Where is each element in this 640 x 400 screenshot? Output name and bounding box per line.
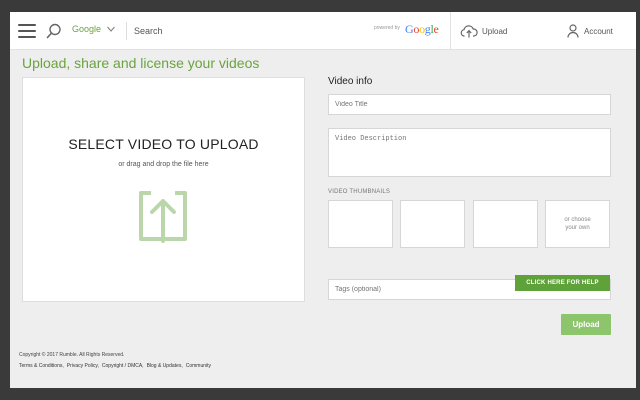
- footer-link-community[interactable]: Community: [186, 363, 211, 369]
- google-logo: Google: [405, 22, 439, 37]
- footer-link-copyright[interactable]: Copyright / DMCA,: [102, 363, 144, 369]
- thumbnail-slot[interactable]: [328, 200, 393, 248]
- footer-link-blog[interactable]: Blog & Updates,: [147, 363, 183, 369]
- browser-frame: Google powered by Google Upload Account: [10, 12, 636, 388]
- footer-links: Terms & Conditions, Privacy Policy, Copy…: [19, 363, 211, 369]
- user-icon: [567, 24, 579, 38]
- upload-link[interactable]: Upload: [460, 24, 507, 38]
- dropzone-subtitle: or drag and drop the file here: [118, 161, 209, 168]
- dropzone-title: SELECT VIDEO TO UPLOAD: [68, 136, 259, 152]
- footer-link-privacy[interactable]: Privacy Policy,: [67, 363, 99, 369]
- header-divider: [450, 12, 451, 50]
- header-divider: [126, 22, 127, 40]
- upload-button[interactable]: Upload: [561, 314, 611, 335]
- search-engine-label: Google: [72, 24, 102, 34]
- help-button[interactable]: CLICK HERE FOR HELP: [515, 275, 610, 291]
- video-dropzone[interactable]: SELECT VIDEO TO UPLOAD or drag and drop …: [22, 77, 305, 302]
- chevron-down-icon: [107, 26, 115, 32]
- video-title-input[interactable]: [328, 94, 611, 115]
- cloud-upload-icon: [460, 25, 478, 38]
- video-info-heading: Video info: [328, 76, 373, 87]
- thumbnail-slot[interactable]: [473, 200, 538, 248]
- google-logo-letter: e: [433, 22, 439, 36]
- search-engine-dropdown[interactable]: Google: [72, 24, 116, 34]
- thumbnail-slot[interactable]: [400, 200, 465, 248]
- page-title: Upload, share and license your videos: [22, 55, 260, 71]
- video-thumbnails-label: VIDEO THUMBNAILS: [328, 189, 391, 195]
- choose-own-thumbnail[interactable]: or choose your own: [545, 200, 610, 248]
- top-navigation-bar: Google powered by Google Upload Account: [10, 12, 636, 50]
- video-description-input[interactable]: [328, 128, 611, 177]
- copyright-text: Copyright © 2017 Rumble. All Rights Rese…: [19, 352, 125, 358]
- search-input[interactable]: [134, 21, 364, 41]
- choose-own-label: or choose your own: [564, 217, 591, 231]
- account-link-label: Account: [584, 26, 613, 36]
- account-link[interactable]: Account: [567, 24, 613, 38]
- footer-link-terms[interactable]: Terms & Conditions,: [19, 363, 64, 369]
- menu-icon[interactable]: [18, 24, 36, 38]
- search-icon[interactable]: [46, 23, 62, 39]
- upload-link-label: Upload: [482, 26, 508, 36]
- powered-by-label: powered by: [374, 25, 400, 31]
- upload-arrow-icon[interactable]: [137, 183, 189, 243]
